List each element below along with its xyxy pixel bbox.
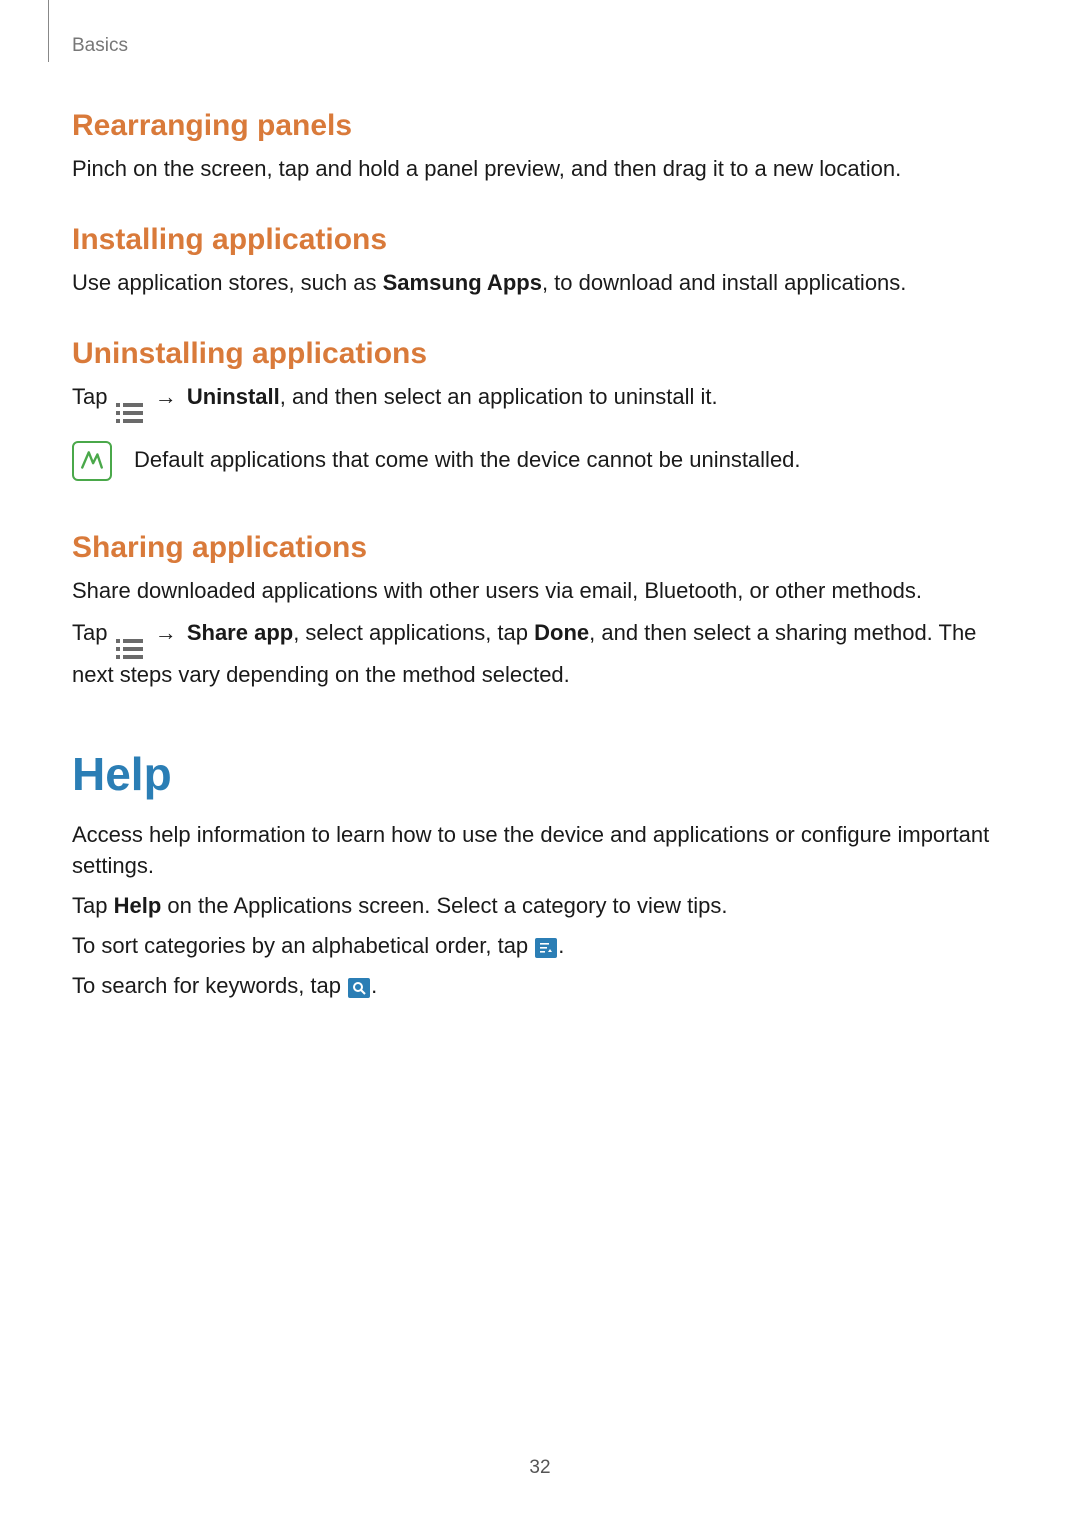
arrow-icon: →	[149, 620, 183, 645]
text: .	[558, 933, 564, 958]
text: To sort categories by an alphabetical or…	[72, 933, 534, 958]
section-uninstalling: Uninstalling applications Tap → Uninstal…	[72, 337, 1008, 481]
text: on the Applications screen. Select a cat…	[161, 893, 727, 918]
body-installing: Use application stores, such as Samsung …	[72, 267, 1008, 299]
help-p2: Tap Help on the Applications screen. Sel…	[72, 890, 1008, 922]
bold-samsung-apps: Samsung Apps	[383, 270, 542, 295]
row-uninstall-instruction: Tap → Uninstall, and then select an appl…	[72, 381, 1008, 423]
arrow-icon: →	[149, 384, 183, 409]
body-rearranging: Pinch on the screen, tap and hold a pane…	[72, 153, 1008, 185]
bold-uninstall: Uninstall	[187, 384, 280, 409]
text-tap: Tap	[72, 384, 114, 409]
text: , select applications, tap	[293, 620, 534, 645]
bold-help: Help	[114, 893, 162, 918]
help-p4: To search for keywords, tap .	[72, 970, 1008, 1002]
text: Use application stores, such as	[72, 270, 383, 295]
menu-icon	[116, 639, 143, 659]
text: , and then select an application to unin…	[280, 384, 718, 409]
note-text: Default applications that come with the …	[134, 445, 801, 476]
body-sharing-steps: Tap → Share app, select applications, ta…	[72, 617, 1008, 691]
page-number: 32	[0, 1457, 1080, 1479]
heading-installing: Installing applications	[72, 223, 1008, 257]
section-installing: Installing applications Use application …	[72, 223, 1008, 299]
header-rule	[48, 0, 49, 62]
heading-sharing: Sharing applications	[72, 531, 1008, 565]
bold-done: Done	[534, 620, 589, 645]
heading-help: Help	[72, 747, 1008, 801]
section-sharing: Sharing applications Share downloaded ap…	[72, 531, 1008, 691]
sort-az-icon	[535, 938, 557, 958]
help-p1: Access help information to learn how to …	[72, 819, 1008, 883]
text-tap: Tap	[72, 620, 114, 645]
page-content: Basics Rearranging panels Pinch on the s…	[0, 0, 1080, 1002]
body-sharing-intro: Share downloaded applications with other…	[72, 575, 1008, 607]
text: , to download and install applications.	[542, 270, 906, 295]
text: .	[371, 973, 377, 998]
text: Tap	[72, 893, 114, 918]
text: To search for keywords, tap	[72, 973, 347, 998]
heading-uninstalling: Uninstalling applications	[72, 337, 1008, 371]
help-p3: To sort categories by an alphabetical or…	[72, 930, 1008, 962]
note-icon	[72, 441, 112, 481]
menu-icon	[116, 403, 143, 423]
breadcrumb: Basics	[72, 35, 1008, 57]
heading-rearranging: Rearranging panels	[72, 109, 1008, 143]
bold-share-app: Share app	[187, 620, 293, 645]
section-rearranging: Rearranging panels Pinch on the screen, …	[72, 109, 1008, 185]
note-block: Default applications that come with the …	[72, 441, 1008, 481]
search-icon	[348, 978, 370, 998]
